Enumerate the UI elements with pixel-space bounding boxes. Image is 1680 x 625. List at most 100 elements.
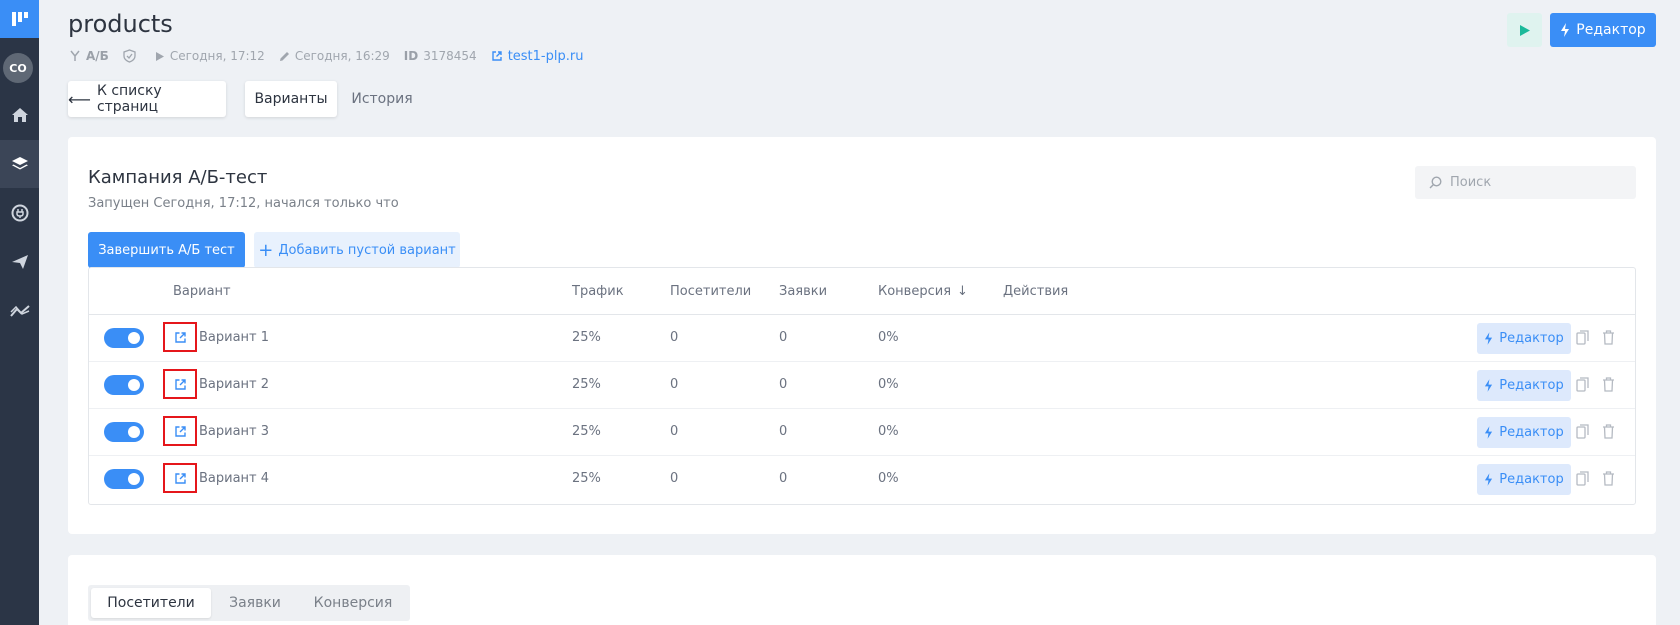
send-icon [11, 255, 28, 269]
column-conversion[interactable]: Конверсия ↓ [878, 284, 968, 299]
open-variant-link[interactable] [163, 463, 197, 493]
column-visitors: Посетители [670, 284, 752, 299]
variant-toggle[interactable] [104, 328, 144, 348]
variant-editor-button[interactable]: Редактор [1477, 370, 1571, 401]
lightning-icon [1485, 473, 1493, 486]
delete-variant-button[interactable] [1602, 424, 1615, 443]
external-link-icon [491, 51, 502, 61]
variant-leads: 0 [779, 330, 788, 345]
published-time: Сегодня, 17:12 [155, 49, 265, 63]
search-icon [1429, 176, 1442, 189]
search-input[interactable] [1450, 175, 1630, 190]
sidebar-item-analytics[interactable] [0, 287, 39, 335]
ab-badge: А/Б [69, 49, 109, 63]
sort-arrow-down-icon: ↓ [957, 284, 968, 299]
sidebar-item-send[interactable] [0, 238, 39, 286]
copy-icon [1576, 424, 1589, 439]
external-link-icon [174, 425, 186, 437]
edited-time: Сегодня, 16:29 [279, 49, 390, 63]
column-actions: Действия [1003, 284, 1069, 299]
shield-icon [123, 49, 136, 63]
search-box[interactable] [1415, 166, 1636, 199]
sidebar-item-home[interactable] [0, 91, 39, 139]
copy-variant-button[interactable] [1576, 424, 1589, 443]
variant-visitors: 0 [670, 377, 679, 392]
pencil-icon [279, 51, 289, 61]
avatar[interactable]: CO [3, 53, 33, 83]
preview-button[interactable] [1507, 13, 1542, 47]
table-row: Вариант 1 25% 0 0 0% Редактор [89, 315, 1635, 362]
variant-toggle[interactable] [104, 375, 144, 395]
plus-icon: + [258, 239, 274, 261]
copy-variant-button[interactable] [1576, 471, 1589, 490]
campaign-title: Кампания А/Б-тест [88, 167, 268, 188]
variant-toggle[interactable] [104, 422, 144, 442]
sidebar-item-pages[interactable] [0, 140, 39, 188]
sidebar-item-integrations[interactable] [0, 189, 39, 237]
variant-name: Вариант 4 [199, 471, 270, 486]
column-traffic: Трафик [572, 284, 624, 299]
column-leads: Заявки [779, 284, 828, 299]
variant-toggle[interactable] [104, 469, 144, 489]
variant-visitors: 0 [670, 424, 679, 439]
logo-icon [11, 12, 28, 26]
variant-conversion: 0% [878, 330, 899, 345]
domain-link[interactable]: test1-plp.ru [491, 49, 583, 64]
variant-traffic: 25% [572, 330, 601, 345]
layers-icon [11, 157, 28, 170]
variant-traffic: 25% [572, 377, 601, 392]
copy-variant-button[interactable] [1576, 330, 1589, 349]
shield-badge [123, 49, 141, 63]
table-row: Вариант 2 25% 0 0 0% Редактор [89, 362, 1635, 409]
arrow-left-icon: ⟵ [68, 89, 91, 109]
trash-icon [1603, 330, 1614, 345]
trend-icon [9, 305, 30, 317]
plug-icon [11, 204, 28, 222]
column-variant: Вариант [173, 284, 231, 299]
trash-icon [1603, 377, 1614, 392]
copy-icon [1576, 377, 1589, 392]
delete-variant-button[interactable] [1602, 471, 1615, 490]
back-to-pages-button[interactable]: ⟵ К списку страниц [68, 81, 226, 117]
variants-table: Вариант Трафик Посетители Заявки Конверс… [88, 267, 1636, 505]
stats-card: Посетители Заявки Конверсия [68, 555, 1656, 625]
open-variant-link[interactable] [163, 369, 197, 399]
copy-icon [1576, 471, 1589, 486]
variant-traffic: 25% [572, 471, 601, 486]
copy-variant-button[interactable] [1576, 377, 1589, 396]
table-row: Вариант 3 25% 0 0 0% Редактор [89, 409, 1635, 456]
variant-editor-button[interactable]: Редактор [1477, 323, 1571, 354]
open-variant-link[interactable] [163, 416, 197, 446]
variant-visitors: 0 [670, 330, 679, 345]
variant-name: Вариант 1 [199, 330, 270, 345]
campaign-card: Кампания А/Б-тест Запущен Сегодня, 17:12… [68, 137, 1656, 534]
variant-editor-button[interactable]: Редактор [1477, 464, 1571, 495]
variant-name: Вариант 2 [199, 377, 270, 392]
variant-editor-button[interactable]: Редактор [1477, 417, 1571, 448]
tab-visitors[interactable]: Посетители [91, 588, 211, 618]
open-variant-link[interactable] [163, 322, 197, 352]
campaign-subtitle: Запущен Сегодня, 17:12, начался только ч… [88, 196, 399, 211]
variant-leads: 0 [779, 424, 788, 439]
page-id: ID 3178454 [403, 49, 477, 63]
logo[interactable] [0, 0, 39, 38]
lightning-icon [1485, 332, 1493, 345]
add-empty-variant-button[interactable]: + Добавить пустой вариант [254, 232, 460, 268]
tab-conversion[interactable]: Конверсия [299, 588, 407, 618]
home-icon [11, 108, 28, 122]
external-link-icon [174, 472, 186, 484]
tab-variants[interactable]: Варианты [245, 81, 337, 117]
lightning-icon [1485, 426, 1493, 439]
trash-icon [1603, 471, 1614, 486]
sidebar: CO [0, 0, 39, 625]
tab-leads[interactable]: Заявки [211, 588, 299, 618]
editor-button[interactable]: Редактор [1550, 13, 1656, 47]
lightning-icon [1485, 379, 1493, 392]
play-icon [1519, 24, 1530, 36]
tab-history[interactable]: История [346, 81, 418, 117]
finish-ab-test-button[interactable]: Завершить А/Б тест [88, 232, 245, 268]
variant-conversion: 0% [878, 424, 899, 439]
delete-variant-button[interactable] [1602, 330, 1615, 349]
delete-variant-button[interactable] [1602, 377, 1615, 396]
table-row: Вариант 4 25% 0 0 0% Редактор [89, 456, 1635, 503]
